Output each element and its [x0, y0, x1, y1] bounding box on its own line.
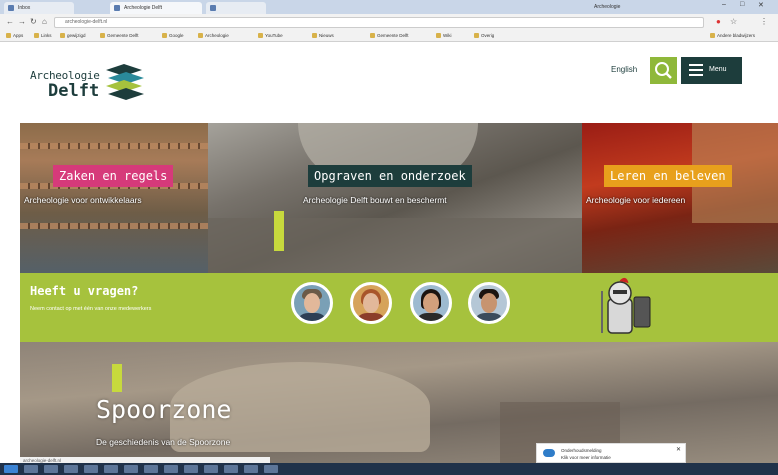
tile-subtitle: Archeologie voor iedereen [586, 195, 686, 205]
taskbar-app-icon[interactable] [84, 465, 98, 473]
taskbar-app-icon[interactable] [64, 465, 78, 473]
bookmark-item[interactable]: Wiki [436, 32, 452, 40]
taskbar-app-icon[interactable] [244, 465, 258, 473]
address-bar[interactable]: archeologie-delft.nl [54, 17, 704, 28]
browser-tab-bar: Inbox Archeologie Delft Archeologie – □ … [0, 0, 778, 14]
browser-tab-active[interactable]: Archeologie Delft [110, 2, 202, 14]
cloud-icon [543, 449, 555, 457]
menu-label: Menu [709, 66, 727, 73]
tile-zaken-en-regels[interactable]: Zaken en regels Archeologie voor ontwikk… [20, 123, 208, 273]
language-link[interactable]: English [611, 65, 637, 74]
bookmark-item[interactable]: Gemeente Delft [100, 32, 139, 40]
taskbar-app-icon[interactable] [124, 465, 138, 473]
logo-text-bottom[interactable]: Delft [48, 81, 99, 101]
bookmark-item[interactable]: Overig [474, 32, 494, 40]
avatar[interactable] [468, 282, 510, 324]
browser-toolbar: ← → ↻ ⌂ archeologie-delft.nl ● ☆ ⋮ [0, 14, 778, 30]
bookmark-item[interactable]: Links [34, 32, 52, 40]
tile-photo-detail [20, 223, 208, 229]
browser-tab[interactable]: Inbox [4, 2, 74, 14]
taskbar-app-icon[interactable] [204, 465, 218, 473]
search-button[interactable] [650, 57, 677, 84]
avatar[interactable] [350, 282, 392, 324]
star-icon[interactable]: ☆ [730, 17, 737, 27]
tab-favicon-icon [8, 5, 14, 11]
tile-label: Zaken en regels [53, 165, 174, 187]
browser-user-name[interactable]: Archeologie [594, 4, 620, 10]
bookmark-item[interactable]: gewijzigd [60, 32, 86, 40]
browser-menu-icon[interactable]: ⋮ [760, 17, 768, 27]
contact-title[interactable]: Heeft u vragen? [30, 284, 138, 298]
forward-icon[interactable]: → [18, 17, 26, 27]
contact-band: Heeft u vragen? Neem contact op met één … [20, 273, 778, 342]
worker-figure [112, 364, 122, 392]
home-icon[interactable]: ⌂ [42, 17, 47, 27]
taskbar-app-icon[interactable] [164, 465, 178, 473]
tab-favicon-icon [114, 5, 120, 11]
close-icon[interactable]: ✕ [676, 446, 681, 453]
tile-subtitle: Archeologie voor ontwikkelaars [24, 195, 142, 205]
bookmark-item[interactable]: YouTube [258, 32, 283, 40]
bookmark-item[interactable]: Apps [6, 32, 23, 40]
taskbar-app-icon[interactable] [44, 465, 58, 473]
avatar[interactable] [410, 282, 452, 324]
taskbar-app-icon[interactable] [144, 465, 158, 473]
menu-button[interactable]: Menu [681, 57, 742, 84]
tab-label: Inbox [18, 5, 31, 11]
notification-line: Onderhoudsmelding [561, 448, 602, 453]
tile-label: Opgraven en onderzoek [308, 165, 472, 187]
bookmark-item[interactable]: Gemeente Delft [370, 32, 409, 40]
taskbar [0, 463, 778, 475]
tab-label: Archeologie Delft [124, 5, 163, 11]
hero-subtitle: De geschiedenis van de Spoorzone [96, 437, 231, 447]
taskbar-app-icon[interactable] [224, 465, 238, 473]
close-icon[interactable]: ✕ [758, 1, 764, 9]
maximize-icon[interactable]: □ [740, 1, 744, 8]
tile-leren-en-beleven[interactable]: Leren en beleven Archeologie voor iedere… [582, 123, 778, 273]
bookmark-item[interactable]: Andere bladwijzers [710, 32, 755, 40]
bookmark-item[interactable]: Google [162, 32, 184, 40]
taskbar-app-icon[interactable] [184, 465, 198, 473]
address-url: archeologie-delft.nl [65, 19, 108, 25]
contact-text: Neem contact op met één van onze medewer… [30, 306, 152, 312]
minimize-icon[interactable]: – [722, 1, 726, 8]
taskbar-app-icon[interactable] [104, 465, 118, 473]
hero-title: Spoorzone [96, 395, 232, 424]
reload-icon[interactable]: ↻ [30, 17, 37, 27]
start-icon[interactable] [4, 465, 18, 473]
taskbar-app-icon[interactable] [264, 465, 278, 473]
tile-label: Leren en beleven [604, 165, 732, 187]
worker-figure [274, 211, 284, 251]
tile-opgraven-en-onderzoek[interactable]: Opgraven en onderzoek Archeologie Delft … [208, 123, 582, 273]
notification-line: Klik voor meer informatie [561, 455, 611, 460]
tile-photo-detail [208, 218, 582, 273]
bookmark-item[interactable]: Archeologie [198, 32, 229, 40]
search-icon [655, 62, 672, 79]
taskbar-app-icon[interactable] [24, 465, 38, 473]
bookmarks-bar: Apps Links gewijzigd Gemeente Delft Goog… [0, 30, 778, 42]
browser-tab[interactable] [206, 2, 266, 14]
tile-subtitle: Archeologie Delft bouwt en beschermt [303, 195, 447, 205]
back-icon[interactable]: ← [6, 17, 14, 27]
tile-photo-detail [20, 143, 208, 149]
bookmark-item[interactable]: Nieuws [312, 32, 334, 40]
extension-icon[interactable]: ● [716, 17, 721, 27]
tab-favicon-icon [210, 5, 216, 11]
hamburger-icon [689, 64, 703, 76]
notification-popup[interactable]: Onderhoudsmelding Klik voor meer informa… [536, 443, 686, 463]
avatar[interactable] [291, 282, 333, 324]
knight-mascot-icon [601, 277, 651, 334]
logo-waves-icon[interactable] [104, 62, 146, 102]
